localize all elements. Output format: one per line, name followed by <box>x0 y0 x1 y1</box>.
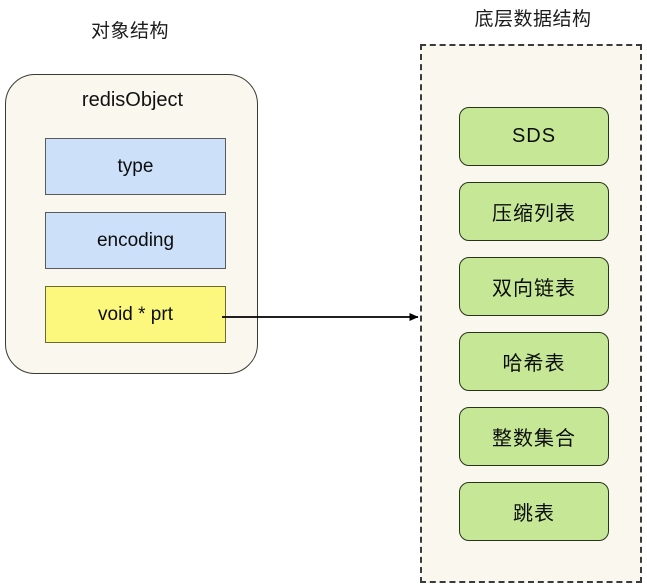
data-structure-box-hashtable: 哈希表 <box>459 332 609 391</box>
arrow-right-icon <box>222 313 419 321</box>
field-box-encoding: encoding <box>45 212 226 269</box>
redis-object-card-title: redisObject <box>81 89 184 111</box>
data-structure-box-ziplist: 压缩列表 <box>459 182 609 241</box>
right-panel-title: 底层数据结构 <box>474 9 592 30</box>
data-structure-panel: SDS 压缩列表 双向链表 哈希表 整数集合 跳表 <box>420 44 642 583</box>
data-structure-box-sds: SDS <box>459 107 609 166</box>
data-structure-box-intset: 整数集合 <box>459 407 609 466</box>
field-box-void-prt: void * prt <box>45 286 226 343</box>
redis-object-card: redisObject type encoding void * prt <box>5 74 258 374</box>
data-structure-box-linkedlist: 双向链表 <box>459 257 609 316</box>
field-box-type: type <box>45 138 226 195</box>
left-panel-title: 对象结构 <box>90 21 169 42</box>
diagram-canvas: 对象结构 底层数据结构 redisObject type encoding vo… <box>0 0 647 587</box>
data-structure-box-skiplist: 跳表 <box>459 482 609 541</box>
